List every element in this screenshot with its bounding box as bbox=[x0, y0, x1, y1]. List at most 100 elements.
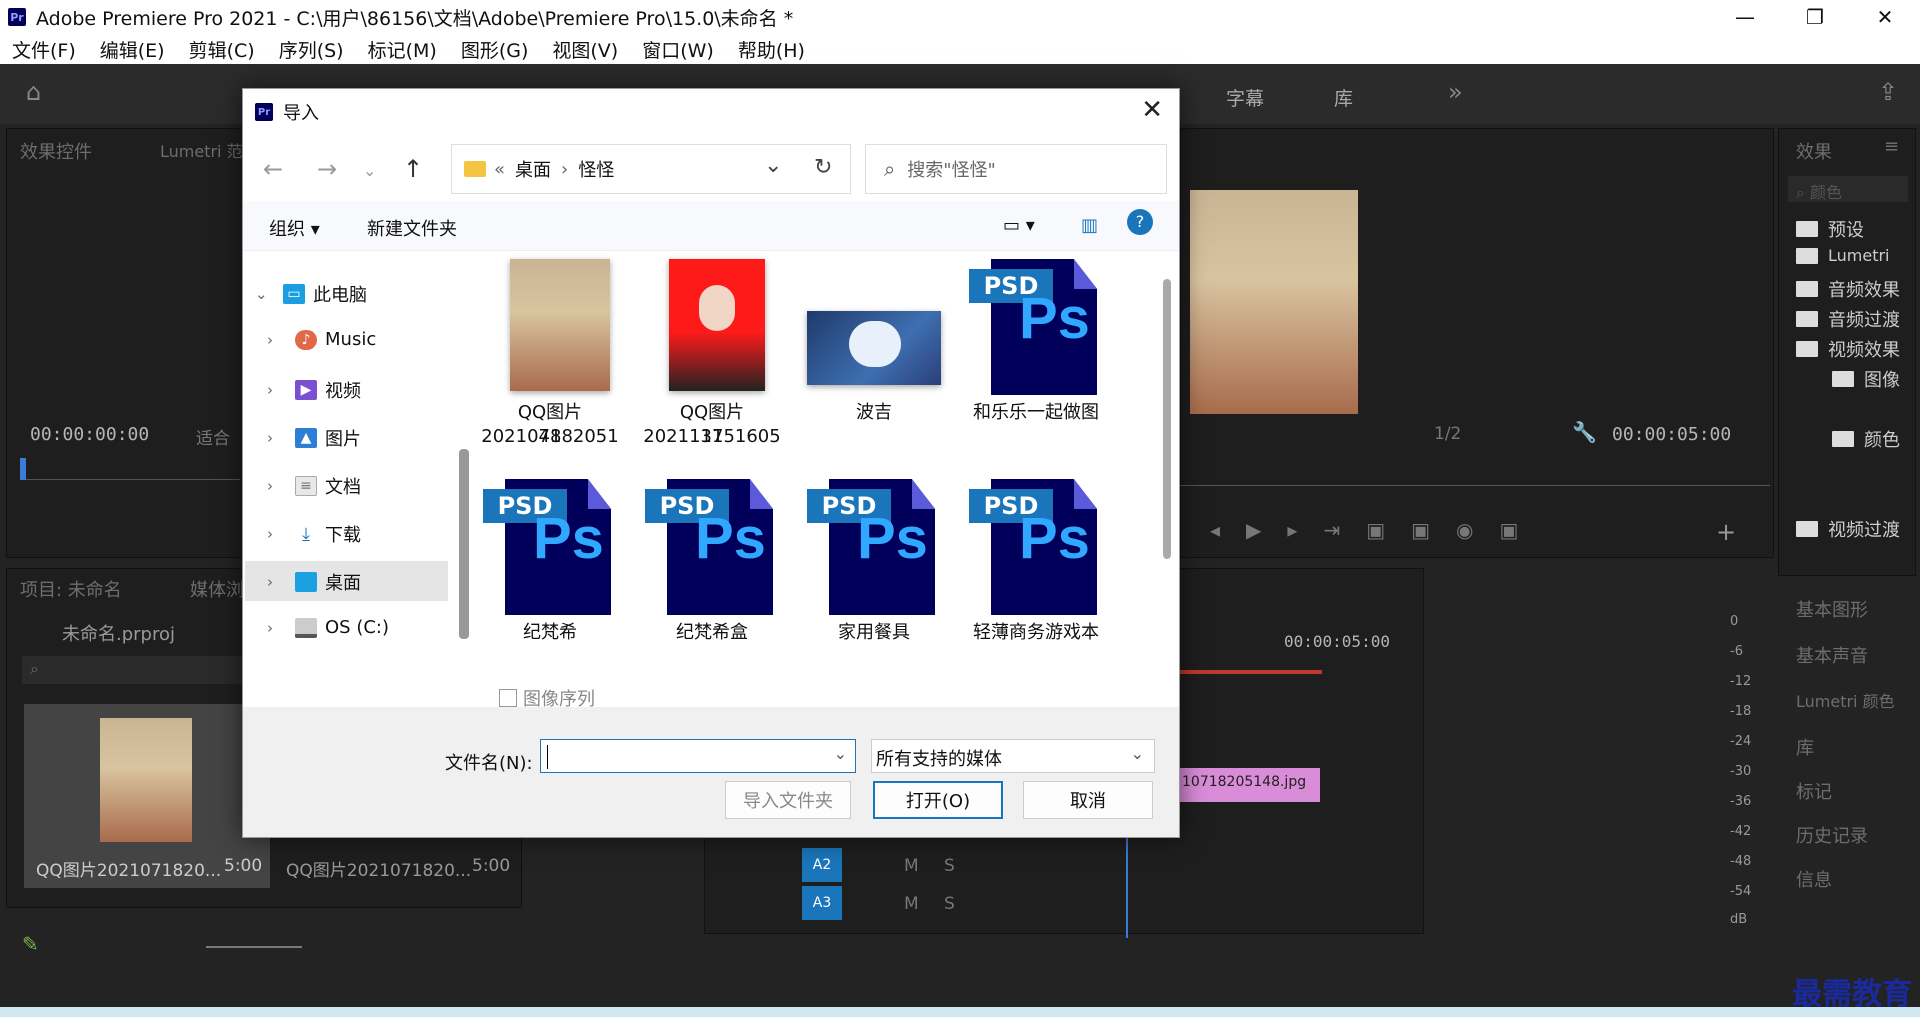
maximize-icon[interactable]: ❐ bbox=[1780, 0, 1850, 34]
lumetri-color-panel[interactable]: Lumetri 颜色 bbox=[1796, 688, 1895, 712]
address-dropdown-icon[interactable]: ⌄ bbox=[764, 153, 782, 178]
menu-file[interactable]: 文件(F) bbox=[0, 36, 88, 63]
close-icon[interactable]: ✕ bbox=[1850, 0, 1920, 34]
chevron-down-icon[interactable]: ⌄ bbox=[255, 285, 283, 303]
source-playhead[interactable] bbox=[20, 458, 26, 480]
tree-item-c-drive[interactable]: › OS (C:) bbox=[267, 617, 389, 638]
track-a2-button[interactable]: A2 bbox=[802, 848, 842, 882]
effects-item-video-transitions[interactable]: 视频过渡 bbox=[1796, 516, 1900, 542]
file-item-psd-2[interactable]: PSD Ps 纪梵希 bbox=[475, 479, 625, 659]
file-item-psd-4[interactable]: PSD Ps 家用餐具 bbox=[799, 479, 949, 659]
help-icon[interactable]: ? bbox=[1127, 209, 1153, 235]
menu-sequence[interactable]: 序列(S) bbox=[267, 36, 356, 63]
effect-controls-tab[interactable]: 效果控件 bbox=[20, 138, 92, 164]
effects-item-presets[interactable]: 预设 bbox=[1796, 216, 1864, 242]
more-workspaces-icon[interactable]: » bbox=[1448, 78, 1463, 106]
workspace-tab-captions[interactable]: 字幕 bbox=[1226, 84, 1264, 111]
menu-view[interactable]: 视图(V) bbox=[540, 36, 630, 63]
tree-item-documents[interactable]: › ≡ 文档 bbox=[267, 473, 361, 499]
menu-graphics[interactable]: 图形(G) bbox=[449, 36, 541, 63]
recent-locations-icon[interactable]: ⌄ bbox=[363, 161, 376, 180]
workspace-tab-libraries[interactable]: 库 bbox=[1334, 84, 1353, 111]
tree-scrollbar[interactable] bbox=[459, 449, 469, 639]
transport-controls[interactable]: ◂▶▸⇥▣▣◉▣ bbox=[1210, 518, 1544, 542]
share-icon[interactable]: ⇪ bbox=[1878, 78, 1898, 106]
menu-edit[interactable]: 编辑(E) bbox=[88, 36, 177, 63]
chevron-right-icon[interactable]: › bbox=[267, 381, 295, 399]
essential-sound-panel[interactable]: 基本声音 bbox=[1796, 642, 1868, 668]
preview-pane-icon[interactable]: ▥ bbox=[1081, 215, 1098, 236]
search-input[interactable]: ⌕ 搜索"怪怪" bbox=[865, 144, 1167, 194]
close-icon[interactable]: ✕ bbox=[1141, 95, 1163, 125]
chevron-right-icon[interactable]: › bbox=[267, 429, 295, 447]
chevron-down-icon[interactable]: ⌄ bbox=[834, 744, 847, 763]
file-item-psd-5[interactable]: PSD Ps 轻薄商务游戏本 bbox=[961, 479, 1111, 659]
info-panel[interactable]: 信息 bbox=[1796, 866, 1832, 892]
history-panel[interactable]: 历史记录 bbox=[1796, 822, 1868, 848]
wrench-icon[interactable]: 🔧 bbox=[1572, 420, 1597, 444]
breadcrumb-desktop[interactable]: 桌面 bbox=[515, 156, 551, 182]
project-item-1[interactable]: QQ图片2021071820... 5:00 bbox=[24, 704, 270, 888]
tree-item-desktop[interactable]: › 桌面 bbox=[267, 569, 361, 595]
tree-item-music[interactable]: › ♪ Music bbox=[267, 329, 376, 350]
tree-item-pictures[interactable]: › ▲ 图片 bbox=[267, 425, 361, 451]
breadcrumb-current[interactable]: 怪怪 bbox=[578, 156, 614, 182]
add-button-icon[interactable]: + bbox=[1716, 518, 1736, 546]
track-a3-solo[interactable]: S bbox=[944, 894, 955, 914]
effects-item-audio-effects[interactable]: 音频效果 bbox=[1796, 276, 1900, 302]
menu-window[interactable]: 窗口(W) bbox=[630, 36, 726, 63]
forward-arrow-icon[interactable]: → bbox=[317, 155, 337, 183]
organize-button[interactable]: 组织 ▾ bbox=[269, 215, 320, 241]
new-folder-button[interactable]: 新建文件夹 bbox=[367, 215, 457, 241]
chevron-right-icon[interactable]: › bbox=[267, 573, 295, 591]
tree-item-this-pc[interactable]: ⌄ ▭ 此电脑 bbox=[255, 281, 367, 307]
menu-clip[interactable]: 剪辑(C) bbox=[177, 36, 267, 63]
cancel-button[interactable]: 取消 bbox=[1023, 781, 1153, 819]
libraries-panel[interactable]: 库 bbox=[1796, 734, 1814, 760]
fit-dropdown[interactable]: 适合 bbox=[196, 424, 230, 449]
import-folder-button[interactable]: 导入文件夹 bbox=[725, 781, 851, 819]
file-item-psd-3[interactable]: PSD Ps 纪梵希盒 bbox=[637, 479, 787, 659]
open-button[interactable]: 打开(O) bbox=[873, 781, 1003, 819]
effects-item-image[interactable]: 图像 bbox=[1832, 366, 1900, 392]
view-options-icon[interactable]: ▭ ▾ bbox=[1003, 215, 1035, 236]
timeline-clip[interactable]: 10718205148.jpg bbox=[1178, 768, 1320, 802]
source-ruler[interactable] bbox=[20, 460, 240, 480]
effects-item-audio-transitions[interactable]: 音频过渡 bbox=[1796, 306, 1900, 332]
home-icon[interactable]: ⌂ bbox=[26, 78, 41, 106]
file-list-scrollbar[interactable] bbox=[1163, 279, 1171, 559]
lumetri-scopes-tab[interactable]: Lumetri 范 bbox=[160, 138, 243, 162]
track-a3-mute[interactable]: M bbox=[904, 894, 919, 914]
essential-graphics-panel[interactable]: 基本图形 bbox=[1796, 596, 1868, 622]
file-type-select[interactable]: 所有支持的媒体 ⌄ bbox=[871, 739, 1155, 773]
file-item-photo-2[interactable]: QQ图片202111151605 37 bbox=[637, 251, 787, 461]
menu-markers[interactable]: 标记(M) bbox=[356, 36, 449, 63]
media-browser-tab[interactable]: 媒体浏 bbox=[190, 576, 244, 602]
effects-search[interactable]: ⌕ 颜色 bbox=[1788, 176, 1908, 202]
checkbox-box[interactable] bbox=[499, 689, 517, 707]
address-bar[interactable]: « 桌面 › 怪怪 ⌄ ↻ bbox=[451, 144, 851, 194]
effects-tab[interactable]: 效果 bbox=[1796, 138, 1832, 164]
source-timecode[interactable]: 00:00:00:00 bbox=[30, 424, 149, 445]
menu-help[interactable]: 帮助(H) bbox=[726, 36, 817, 63]
track-a2-solo[interactable]: S bbox=[944, 856, 955, 876]
program-ruler[interactable] bbox=[1180, 476, 1770, 486]
back-arrow-icon[interactable]: ← bbox=[263, 155, 283, 183]
effects-item-lumetri[interactable]: Lumetri bbox=[1796, 246, 1890, 265]
effects-item-color[interactable]: 颜色 bbox=[1832, 426, 1900, 452]
track-a2-mute[interactable]: M bbox=[904, 856, 919, 876]
markers-panel[interactable]: 标记 bbox=[1796, 778, 1832, 804]
chevron-right-icon[interactable]: › bbox=[267, 619, 295, 637]
file-item-cartoon[interactable]: 波吉 bbox=[799, 251, 949, 461]
program-resolution-dropdown[interactable]: 1/2 bbox=[1434, 424, 1461, 444]
chevron-right-icon[interactable]: › bbox=[267, 525, 295, 543]
minimize-icon[interactable]: — bbox=[1710, 0, 1780, 34]
zoom-slider[interactable] bbox=[206, 946, 302, 948]
refresh-icon[interactable]: ↻ bbox=[814, 155, 832, 180]
track-a3-button[interactable]: A3 bbox=[802, 886, 842, 920]
tree-item-videos[interactable]: › ▶ 视频 bbox=[267, 377, 361, 403]
pencil-icon[interactable]: ✎ bbox=[22, 932, 39, 956]
project-tab[interactable]: 项目: 未命名 bbox=[20, 576, 122, 602]
chevron-right-icon[interactable]: › bbox=[267, 331, 295, 349]
address-overflow[interactable]: « bbox=[494, 159, 505, 180]
